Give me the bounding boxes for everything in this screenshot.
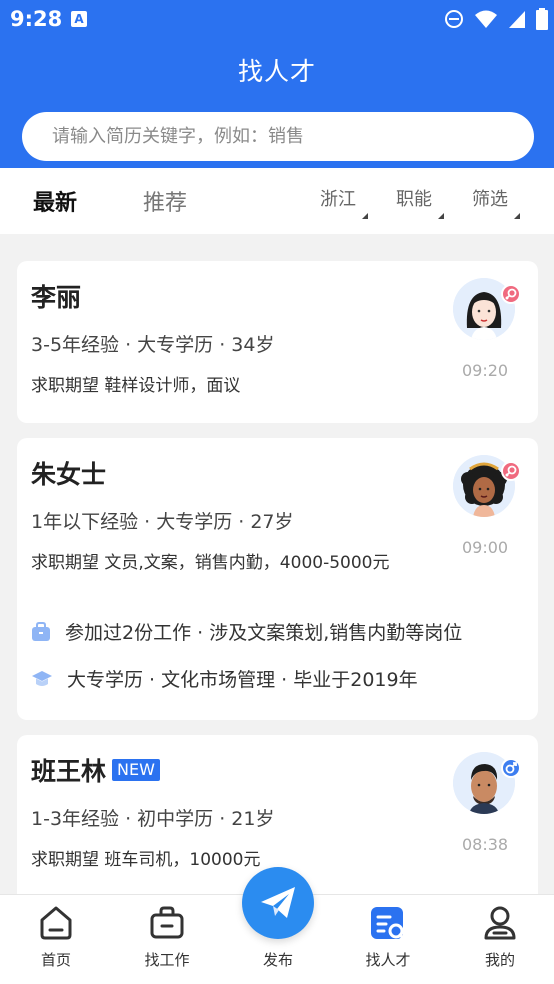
avatar — [453, 455, 521, 517]
wifi-icon — [475, 10, 497, 28]
region-dropdown[interactable]: 浙江 — [320, 185, 368, 219]
candidate-name: 班王林 NEW — [31, 752, 160, 788]
candidate-meta: 3-5年经验 · 大专学历 · 34岁 — [31, 334, 275, 356]
dnd-icon — [445, 10, 463, 28]
candidate-name: 李丽 — [31, 283, 82, 312]
page-title: 找人才 — [237, 57, 316, 86]
male-icon — [501, 758, 521, 778]
update-time: 09:20 — [462, 361, 509, 380]
nav-find-jobs-label: 找工作 — [144, 951, 190, 969]
home-icon — [40, 906, 72, 940]
avatar — [453, 752, 521, 814]
region-label: 浙江 — [320, 189, 356, 210]
candidate-name: 朱女士 — [31, 460, 107, 489]
signal-icon — [509, 11, 525, 28]
briefcase-icon — [150, 906, 184, 939]
resume-card[interactable]: 朱女士 1年以下经验 · 大专学历 · 27岁 求职期望 文员,文案，销售内勤，… — [17, 438, 538, 720]
education-text: 大专学历 · 文化市场管理 · 毕业于2019年 — [67, 669, 418, 691]
post-button[interactable] — [242, 867, 314, 939]
tab-recommend[interactable]: 推荐 — [143, 185, 187, 217]
nav-find-talent[interactable]: 找人才 — [333, 895, 443, 984]
work-history-text: 参加过2份工作 · 涉及文案策划,销售内勤等岗位 — [65, 622, 463, 644]
dropdown-arrow-icon — [362, 213, 368, 219]
tab-latest[interactable]: 最新 — [33, 185, 77, 217]
filter-dropdown[interactable]: 筛选 — [472, 185, 520, 219]
search-bar[interactable] — [22, 112, 534, 161]
female-icon — [501, 461, 521, 481]
nav-home[interactable]: 首页 — [1, 895, 111, 984]
candidate-meta: 1年以下经验 · 大专学历 · 27岁 — [31, 511, 294, 533]
update-time: 08:38 — [462, 835, 509, 854]
find-talent-icon — [371, 907, 407, 942]
resume-card[interactable]: 李丽 3-5年经验 · 大专学历 · 34岁 求职期望 鞋样设计师，面议 09:… — [17, 261, 538, 423]
graduation-cap-icon — [32, 670, 52, 686]
function-dropdown[interactable]: 职能 — [396, 185, 444, 219]
dropdown-arrow-icon — [514, 213, 520, 219]
battery-icon — [536, 8, 548, 30]
new-badge: NEW — [112, 759, 160, 781]
send-icon — [261, 887, 295, 918]
function-label: 职能 — [396, 189, 432, 210]
job-expectation: 求职期望 文员,文案，销售内勤，4000-5000元 — [31, 553, 390, 573]
education-info: 大专学历 · 文化市场管理 · 毕业于2019年 — [31, 665, 418, 692]
nav-home-label: 首页 — [40, 951, 71, 969]
search-input[interactable] — [52, 126, 492, 147]
female-icon — [501, 284, 521, 304]
nav-mine[interactable]: 我的 — [445, 895, 554, 984]
status-time: 9:28 — [10, 7, 63, 31]
filter-label: 筛选 — [472, 189, 508, 210]
nav-find-talent-label: 找人才 — [365, 951, 411, 969]
nav-post-label: 发布 — [262, 951, 293, 969]
job-expectation: 求职期望 鞋样设计师，面议 — [31, 376, 241, 396]
briefcase-icon — [32, 621, 50, 641]
job-expectation: 求职期望 班车司机，10000元 — [31, 850, 261, 870]
app-header: 9:28 A 找人才 — [0, 0, 554, 168]
dropdown-arrow-icon — [438, 213, 444, 219]
avatar — [453, 278, 521, 340]
notification-icon: A — [71, 11, 87, 27]
candidate-name-text: 班王林 — [31, 757, 107, 786]
filter-bar: 最新 推荐 浙江 职能 筛选 — [0, 168, 554, 234]
user-icon — [484, 906, 516, 940]
work-history: 参加过2份工作 · 涉及文案策划,销售内勤等岗位 — [31, 618, 462, 645]
status-bar: 9:28 A — [0, 0, 554, 38]
status-icons — [434, 8, 548, 30]
nav-find-jobs[interactable]: 找工作 — [112, 895, 222, 984]
nav-mine-label: 我的 — [484, 951, 515, 969]
candidate-meta: 1-3年经验 · 初中学历 · 21岁 — [31, 808, 275, 830]
update-time: 09:00 — [462, 538, 509, 557]
